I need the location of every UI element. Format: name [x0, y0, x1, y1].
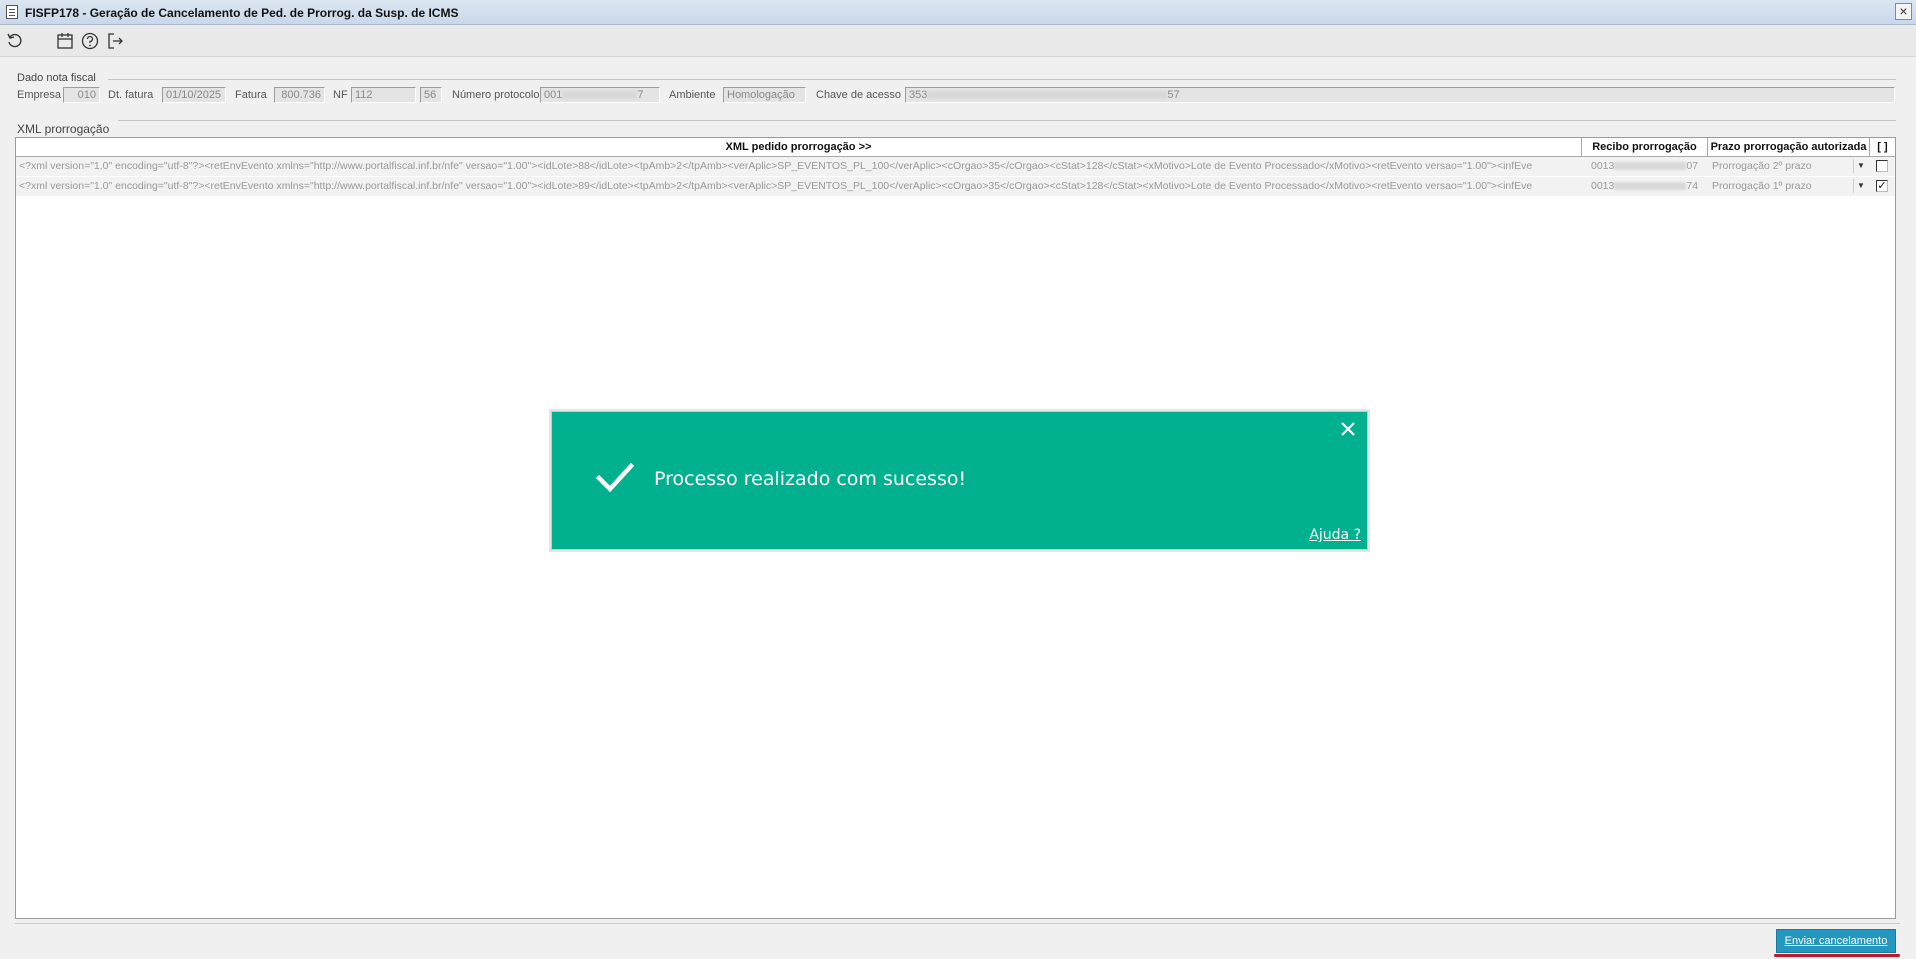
column-header-xml[interactable]: XML pedido prorrogação >> — [16, 138, 1582, 156]
redacted-blur — [1614, 162, 1687, 171]
protocolo-label: Número protocolo — [452, 89, 540, 101]
close-icon[interactable] — [1339, 420, 1357, 438]
ambiente-label: Ambiente — [669, 89, 716, 101]
window-close-button[interactable]: × — [1895, 3, 1912, 20]
checkmark-icon — [595, 462, 635, 493]
window-title-bar: FISFP178 - Geração de Cancelamento de Pe… — [0, 0, 1916, 25]
serie-field[interactable]: 56 — [420, 87, 442, 103]
footer-divider — [15, 923, 1900, 924]
recibo-end: 07 — [1686, 160, 1699, 172]
focus-underline — [1774, 954, 1900, 957]
dt-fatura-field[interactable]: 01/10/2025 — [162, 87, 226, 103]
xml-cell: <?xml version="1.0" encoding="utf-8"?><r… — [19, 180, 1533, 192]
protocolo-field[interactable]: 001 7 — [540, 87, 660, 103]
row-checkbox[interactable] — [1876, 160, 1888, 172]
nf-field[interactable]: 112 — [351, 87, 416, 103]
protocolo-end: 7 — [637, 89, 644, 101]
grid-header: XML pedido prorrogação >> Recibo prorrog… — [16, 138, 1895, 157]
recibo-start: 0013 — [1591, 180, 1615, 192]
column-header-recibo[interactable]: Recibo prorrogação — [1582, 138, 1708, 156]
redacted-blur — [1614, 182, 1687, 191]
help-icon[interactable] — [80, 31, 100, 51]
row-checkbox[interactable]: ✓ — [1876, 180, 1888, 192]
column-header-select[interactable]: [ ] — [1870, 138, 1895, 156]
table-row[interactable]: <?xml version="1.0" encoding="utf-8"?><r… — [16, 177, 1895, 197]
protocolo-start: 001 — [544, 89, 563, 101]
chave-start: 353 — [909, 89, 928, 101]
redacted-blur — [927, 91, 1168, 100]
help-link[interactable]: Ajuda ? — [1309, 527, 1361, 543]
recibo-cell: 0013 07 — [1586, 157, 1706, 176]
recibo-cell: 0013 74 — [1586, 177, 1706, 196]
success-dialog: Processo realizado com sucesso! Ajuda ? — [549, 409, 1370, 552]
table-row[interactable]: <?xml version="1.0" encoding="utf-8"?><r… — [16, 157, 1895, 177]
column-header-prazo[interactable]: Prazo prorrogação autorizada — [1708, 138, 1870, 156]
chave-end: 57 — [1167, 89, 1180, 101]
refresh-icon[interactable] — [5, 31, 25, 51]
empresa-field[interactable]: 010 — [63, 87, 100, 103]
prazo-select[interactable]: Prorrogação 1º prazo — [1708, 177, 1854, 196]
fatura-label: Fatura — [235, 89, 267, 101]
ambiente-field[interactable]: Homologação — [723, 87, 806, 103]
recibo-start: 0013 — [1591, 160, 1615, 172]
exit-icon[interactable] — [105, 31, 125, 51]
document-icon — [6, 5, 18, 19]
dropdown-arrow-icon[interactable]: ▼ — [1853, 159, 1868, 173]
calendar-icon[interactable] — [55, 31, 75, 51]
send-cancel-button[interactable]: Enviar cancelamento — [1776, 929, 1896, 953]
prazo-select[interactable]: Prorrogação 2º prazo — [1708, 157, 1854, 176]
toolbar — [0, 25, 1916, 57]
window-title: FISFP178 - Geração de Cancelamento de Pe… — [25, 6, 459, 20]
redacted-blur — [562, 91, 638, 100]
section-title-xml: XML prorrogação — [17, 122, 110, 136]
dt-fatura-label: Dt. fatura — [108, 89, 154, 101]
xml-cell: <?xml version="1.0" encoding="utf-8"?><r… — [19, 160, 1533, 172]
chave-acesso-field[interactable]: 353 57 — [905, 87, 1895, 103]
section-divider — [108, 79, 1896, 80]
section-divider — [118, 120, 1896, 121]
success-message: Processo realizado com sucesso! — [654, 468, 967, 490]
empresa-label: Empresa — [17, 89, 62, 101]
fatura-field[interactable]: 800.736 — [274, 87, 325, 103]
dropdown-arrow-icon[interactable]: ▼ — [1853, 179, 1868, 193]
recibo-end: 74 — [1686, 180, 1699, 192]
nf-label: NF — [333, 89, 348, 101]
section-title-fiscal: Dado nota fiscal — [17, 72, 96, 84]
chave-label: Chave de acesso — [816, 89, 901, 101]
